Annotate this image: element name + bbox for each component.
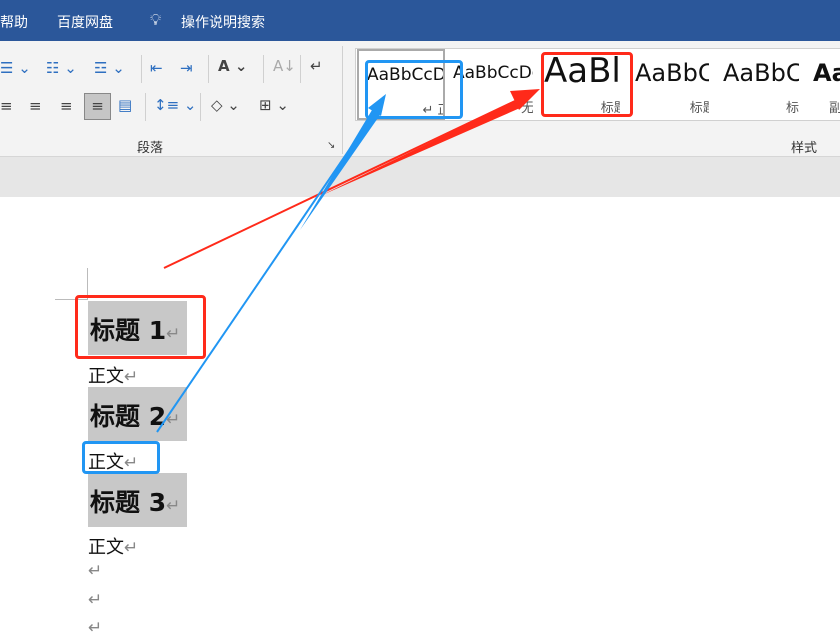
red-arrow — [163, 89, 540, 269]
annotation-arrows — [156, 89, 540, 433]
blue-arrow — [156, 94, 386, 433]
